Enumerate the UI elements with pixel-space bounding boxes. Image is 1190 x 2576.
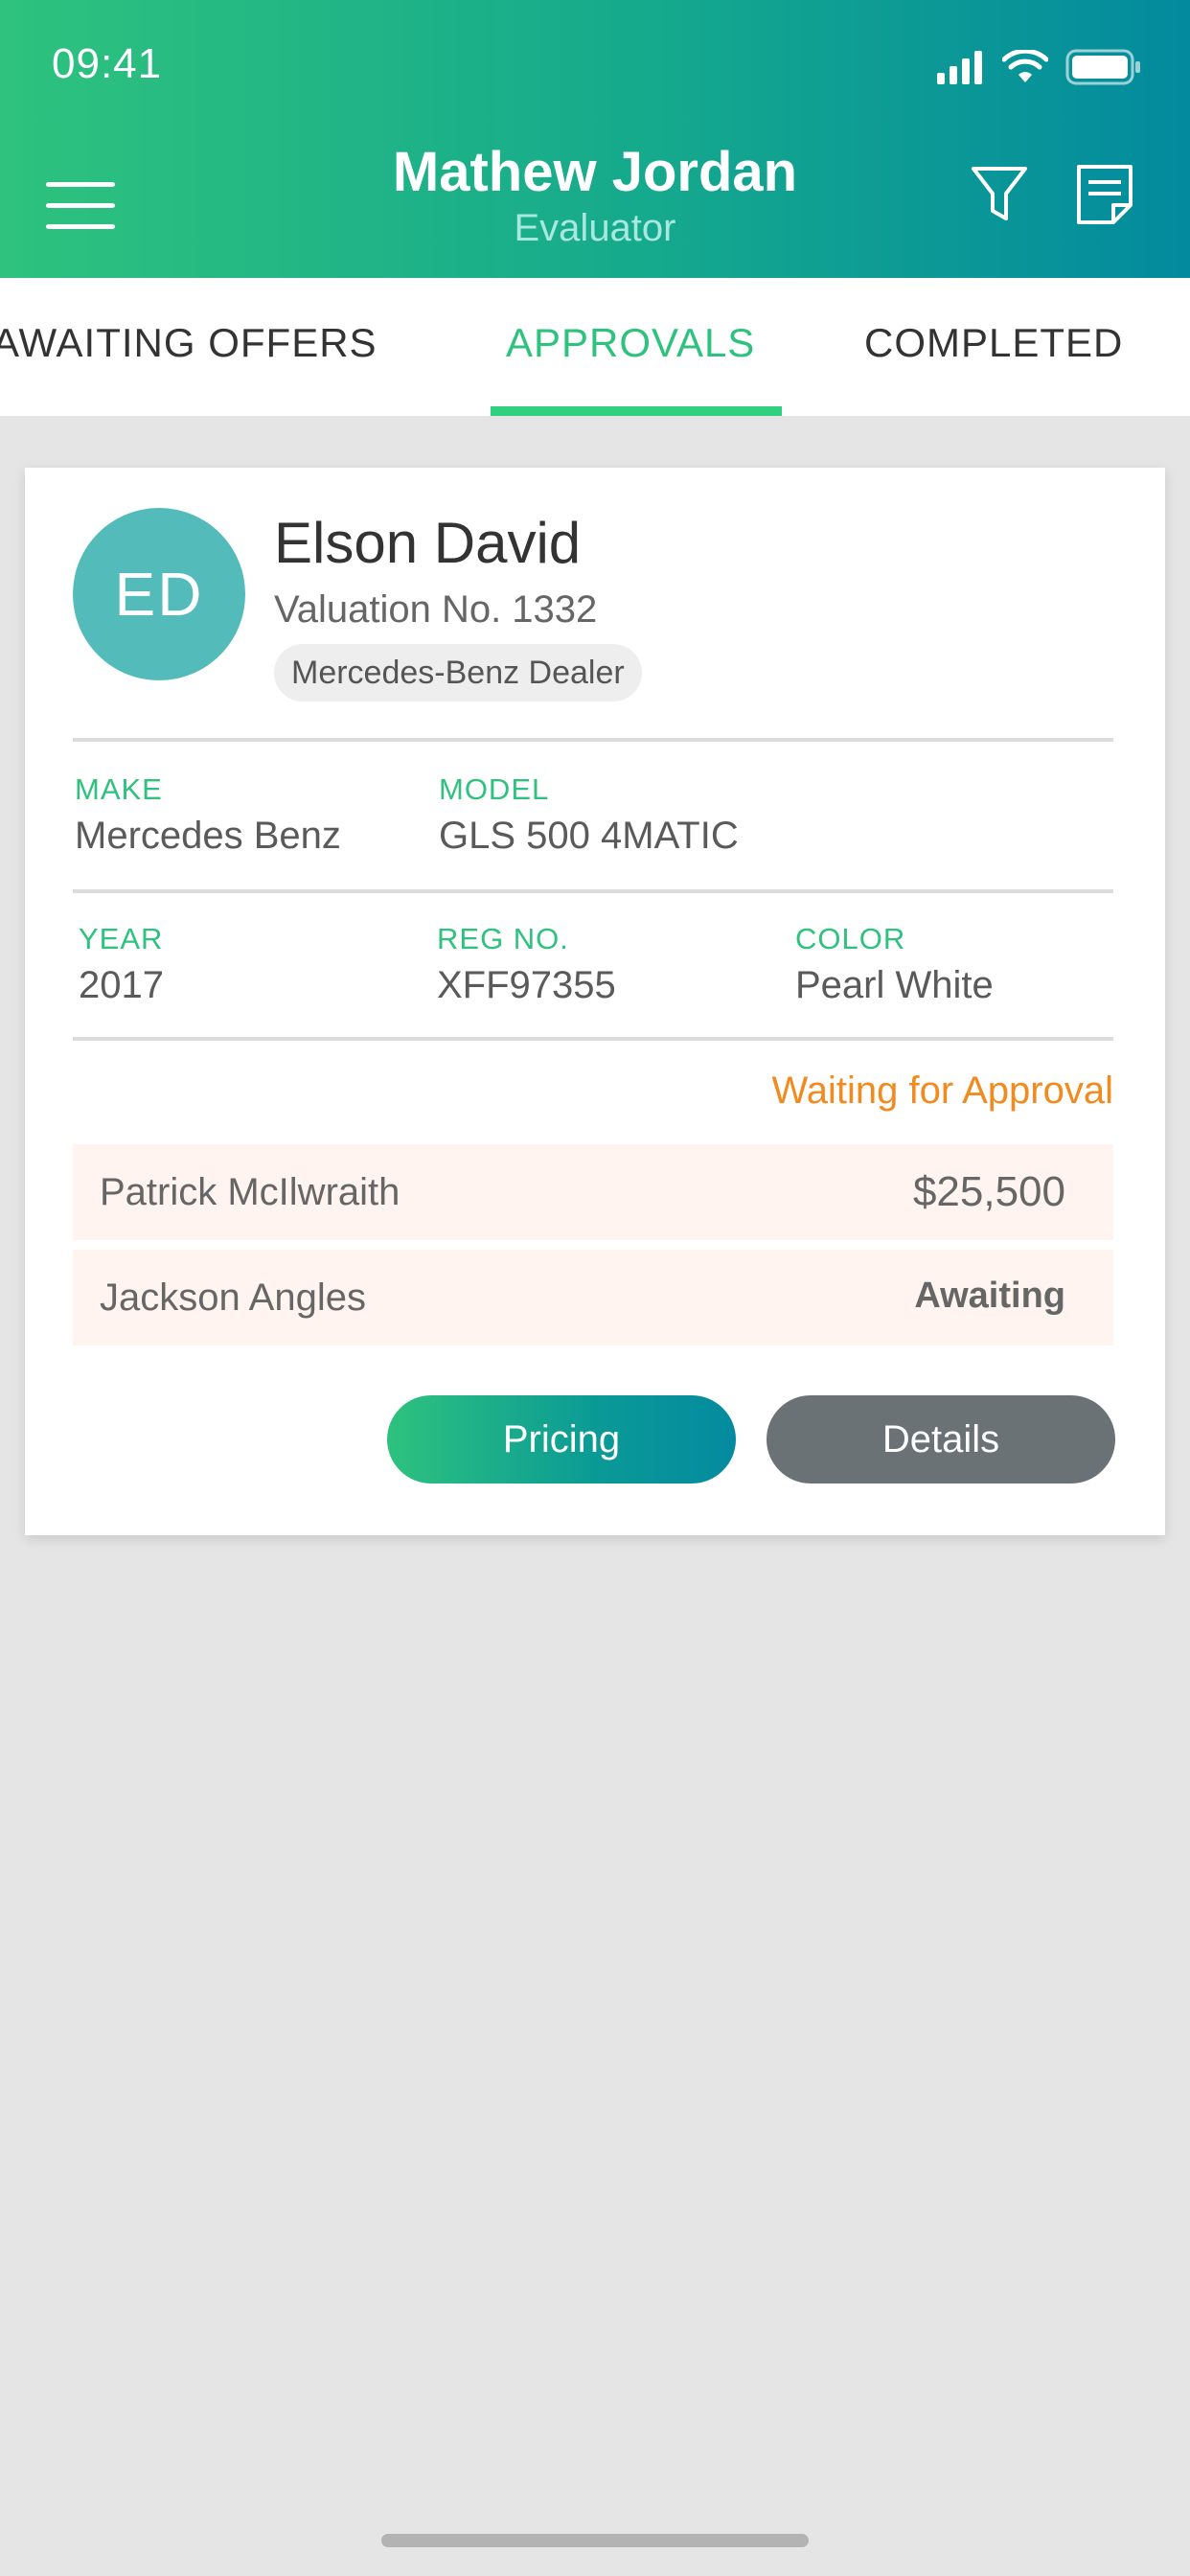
color-value: Pearl White bbox=[795, 964, 994, 1006]
valuation-card: ED Elson David Valuation No. 1332 Merced… bbox=[25, 468, 1165, 1535]
model-label: MODEL bbox=[439, 772, 550, 806]
customer-name: Elson David bbox=[274, 511, 582, 575]
status-time: 09:41 bbox=[52, 40, 163, 87]
offer-status: Awaiting bbox=[914, 1276, 1065, 1316]
active-tab-indicator bbox=[491, 406, 782, 416]
app-header: 09:41 Mathew Jordan Evaluator bbox=[0, 0, 1190, 278]
notes-icon[interactable] bbox=[1073, 163, 1136, 226]
make-value: Mercedes Benz bbox=[75, 815, 341, 857]
tab-bar: AWAITING OFFERS APPROVALS COMPLETED bbox=[0, 278, 1190, 416]
offer-name: Patrick McIlwraith bbox=[100, 1171, 400, 1213]
details-button[interactable]: Details bbox=[767, 1395, 1115, 1484]
reg-label: REG NO. bbox=[437, 922, 569, 955]
tab-approvals[interactable]: APPROVALS bbox=[506, 278, 755, 416]
filter-icon[interactable] bbox=[968, 163, 1031, 226]
approval-status: Waiting for Approval bbox=[771, 1070, 1113, 1112]
divider bbox=[73, 889, 1113, 893]
dealer-badge: Mercedes-Benz Dealer bbox=[274, 644, 642, 702]
year-label: YEAR bbox=[79, 922, 164, 955]
divider bbox=[73, 1037, 1113, 1041]
offer-row: Jackson Angles Awaiting bbox=[73, 1250, 1113, 1346]
pricing-button[interactable]: Pricing bbox=[387, 1395, 736, 1484]
avatar: ED bbox=[73, 508, 245, 680]
year-value: 2017 bbox=[79, 964, 164, 1006]
tab-completed[interactable]: COMPLETED bbox=[864, 278, 1123, 416]
home-indicator[interactable] bbox=[381, 2534, 809, 2547]
offer-amount: $25,500 bbox=[912, 1168, 1065, 1215]
make-label: MAKE bbox=[75, 772, 163, 806]
wifi-icon bbox=[1002, 50, 1048, 82]
reg-value: XFF97355 bbox=[437, 964, 616, 1006]
battery-icon bbox=[1065, 49, 1140, 85]
status-icons bbox=[935, 46, 1142, 88]
valuation-number: Valuation No. 1332 bbox=[274, 588, 598, 631]
divider bbox=[73, 738, 1113, 742]
offer-name: Jackson Angles bbox=[100, 1276, 366, 1319]
model-value: GLS 500 4MATIC bbox=[439, 815, 739, 857]
offer-row: Patrick McIlwraith $25,500 bbox=[73, 1144, 1113, 1240]
tab-awaiting-offers[interactable]: AWAITING OFFERS bbox=[0, 278, 378, 416]
color-label: COLOR bbox=[795, 922, 906, 955]
cellular-signal-icon bbox=[937, 51, 982, 84]
